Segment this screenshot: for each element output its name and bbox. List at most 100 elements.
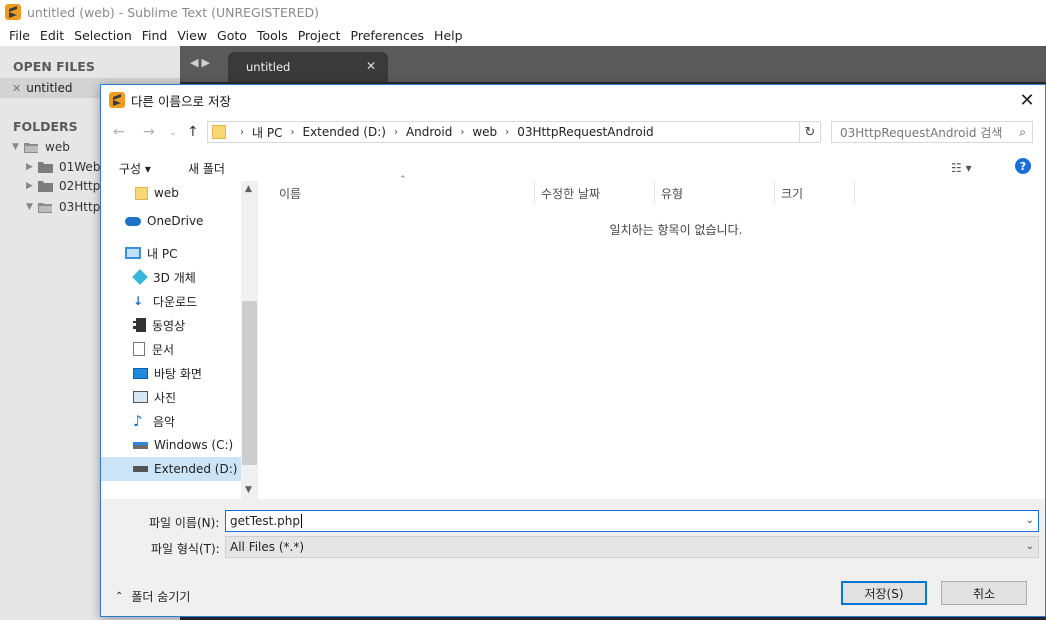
- address-bar[interactable]: › 내 PC › Extended (D:) › Android › web ›…: [207, 121, 819, 143]
- nav-item-music[interactable]: ♪ 음악: [101, 409, 241, 433]
- folder-01[interactable]: ▶ 01WebT: [26, 160, 108, 174]
- nav-item-downloads[interactable]: ↓ 다운로드: [101, 289, 241, 313]
- nav-item-documents[interactable]: 문서: [101, 337, 241, 361]
- filetype-select[interactable]: All Files (*.*) ⌄: [225, 536, 1039, 558]
- folder-02[interactable]: ▶ 02HttpR: [26, 179, 109, 193]
- tab-label: untitled: [246, 60, 291, 74]
- nav-item-extended-d[interactable]: Extended (D:): [101, 457, 241, 481]
- filename-field[interactable]: getTest.php ⌄: [225, 510, 1039, 532]
- menu-selection[interactable]: Selection: [69, 28, 137, 43]
- column-header-size[interactable]: 크기: [775, 181, 855, 205]
- column-header-date[interactable]: 수정한 날짜: [535, 181, 655, 205]
- menu-goto[interactable]: Goto: [212, 28, 252, 43]
- document-icon: [133, 342, 145, 356]
- nav-item-web[interactable]: web: [101, 181, 241, 205]
- menu-bar: File Edit Selection Find View Goto Tools…: [0, 24, 1046, 46]
- nav-item-label: 바탕 화면: [154, 366, 202, 381]
- chevron-up-icon: ⌃: [115, 591, 124, 602]
- chevron-right-icon: ›: [460, 126, 465, 138]
- folder-open-icon: [38, 202, 53, 213]
- empty-message: 일치하는 항목이 없습니다.: [609, 223, 743, 237]
- nav-item-videos[interactable]: 동영상: [101, 313, 241, 337]
- column-header-type[interactable]: 유형: [655, 181, 775, 205]
- breadcrumb-current[interactable]: 03HttpRequestAndroid: [517, 125, 653, 139]
- menu-help[interactable]: Help: [429, 28, 468, 43]
- open-files-heading: OPEN FILES: [13, 59, 95, 74]
- cancel-button[interactable]: 취소: [941, 581, 1027, 605]
- folder-web[interactable]: ▼ web: [12, 140, 70, 154]
- nav-item-my-pc[interactable]: 내 PC: [101, 241, 241, 265]
- nav-item-onedrive[interactable]: OneDrive: [101, 209, 241, 233]
- search-icon: ⌕: [1019, 125, 1026, 139]
- breadcrumb-drive[interactable]: Extended (D:): [302, 125, 385, 139]
- navigation-pane: web OneDrive 내 PC 3D 개체 ↓ 다운로드 동영상 문서 바탕: [101, 181, 259, 499]
- chevron-down-icon: ▼: [26, 202, 33, 212]
- nav-item-pictures[interactable]: 사진: [101, 385, 241, 409]
- folder-icon: [38, 161, 53, 173]
- file-list: ⌃ 이름 수정한 날짜 유형 크기 일치하는 항목이 없습니다.: [259, 175, 1045, 499]
- chevron-right-icon: ›: [290, 126, 295, 138]
- save-button[interactable]: 저장(S): [841, 581, 927, 605]
- sublime-logo-icon: [5, 4, 21, 20]
- nav-item-desktop[interactable]: 바탕 화면: [101, 361, 241, 385]
- chevron-right-icon: ›: [240, 126, 244, 138]
- scrollbar-thumb[interactable]: [242, 301, 257, 465]
- folder-03[interactable]: ▼ 03HttpR: [26, 200, 109, 214]
- picture-icon: [133, 391, 148, 403]
- nav-item-3d-objects[interactable]: 3D 개체: [101, 265, 241, 289]
- nav-item-label: web: [154, 186, 179, 200]
- nav-item-label: OneDrive: [147, 214, 204, 228]
- refresh-icon[interactable]: ↻: [799, 121, 821, 143]
- view-options-icon[interactable]: ☷ ▾: [951, 161, 972, 175]
- column-header-name[interactable]: 이름: [273, 181, 535, 205]
- folder-icon: [212, 125, 226, 139]
- tab-untitled[interactable]: untitled ✕: [228, 52, 388, 82]
- forward-arrow-icon[interactable]: →: [143, 124, 155, 140]
- up-arrow-icon[interactable]: ↑: [187, 124, 199, 140]
- tab-nav-arrows-icon[interactable]: ◀▶: [190, 56, 213, 69]
- folder-open-icon: [24, 142, 39, 153]
- nav-item-label: 동영상: [152, 318, 186, 333]
- title-bar: untitled (web) - Sublime Text (UNREGISTE…: [0, 0, 1046, 24]
- chevron-right-icon: ▶: [26, 162, 33, 172]
- folder-icon: [135, 186, 148, 200]
- chevron-down-icon[interactable]: ⌄: [1026, 541, 1034, 552]
- nav-item-label: 음악: [153, 414, 176, 429]
- chevron-down-icon[interactable]: ⌄: [1026, 515, 1034, 526]
- menu-project[interactable]: Project: [293, 28, 346, 43]
- menu-preferences[interactable]: Preferences: [346, 28, 430, 43]
- close-icon[interactable]: ✕: [12, 82, 21, 95]
- drive-icon: [133, 441, 148, 449]
- chevron-right-icon: ›: [393, 126, 398, 138]
- back-arrow-icon[interactable]: ←: [113, 124, 125, 140]
- help-icon[interactable]: ?: [1015, 158, 1031, 174]
- navigation-scrollbar[interactable]: ▲ ▼: [241, 181, 258, 499]
- cube-icon: [132, 269, 148, 285]
- hide-folders-toggle[interactable]: ⌃ 폴더 숨기기: [115, 588, 190, 605]
- scroll-down-icon[interactable]: ▼: [245, 485, 252, 495]
- breadcrumb-my-pc[interactable]: 내 PC: [252, 124, 282, 141]
- filename-value: getTest.php: [230, 514, 300, 528]
- close-icon[interactable]: ✕: [1015, 88, 1039, 112]
- menu-view[interactable]: View: [172, 28, 212, 43]
- menu-file[interactable]: File: [4, 28, 35, 43]
- dialog-header: ← → ⌄ ↑ › 내 PC › Extended (D:) › Android…: [101, 115, 1045, 181]
- close-icon[interactable]: ✕: [366, 59, 376, 73]
- chevron-down-icon[interactable]: ⌄: [169, 128, 177, 138]
- menu-find[interactable]: Find: [137, 28, 173, 43]
- breadcrumb-web[interactable]: web: [472, 125, 497, 139]
- breadcrumb-android[interactable]: Android: [406, 125, 452, 139]
- filetype-value: All Files (*.*): [230, 540, 305, 554]
- menu-edit[interactable]: Edit: [35, 28, 69, 43]
- scroll-up-icon[interactable]: ▲: [245, 184, 252, 194]
- search-input[interactable]: 03HttpRequestAndroid 검색 ⌕: [831, 121, 1033, 143]
- tab-bar: ◀▶ untitled ✕: [180, 46, 1046, 82]
- organize-button[interactable]: 구성 ▾: [119, 160, 151, 177]
- nav-item-label: 다운로드: [153, 294, 198, 309]
- search-placeholder: 03HttpRequestAndroid 검색: [840, 125, 1003, 140]
- nav-item-label: 사진: [154, 390, 177, 405]
- menu-tools[interactable]: Tools: [252, 28, 293, 43]
- save-as-dialog: 다른 이름으로 저장 ✕ ← → ⌄ ↑ › 내 PC › Extended (…: [100, 84, 1046, 617]
- nav-item-windows-c[interactable]: Windows (C:): [101, 433, 241, 457]
- new-folder-button[interactable]: 새 폴더: [188, 160, 225, 177]
